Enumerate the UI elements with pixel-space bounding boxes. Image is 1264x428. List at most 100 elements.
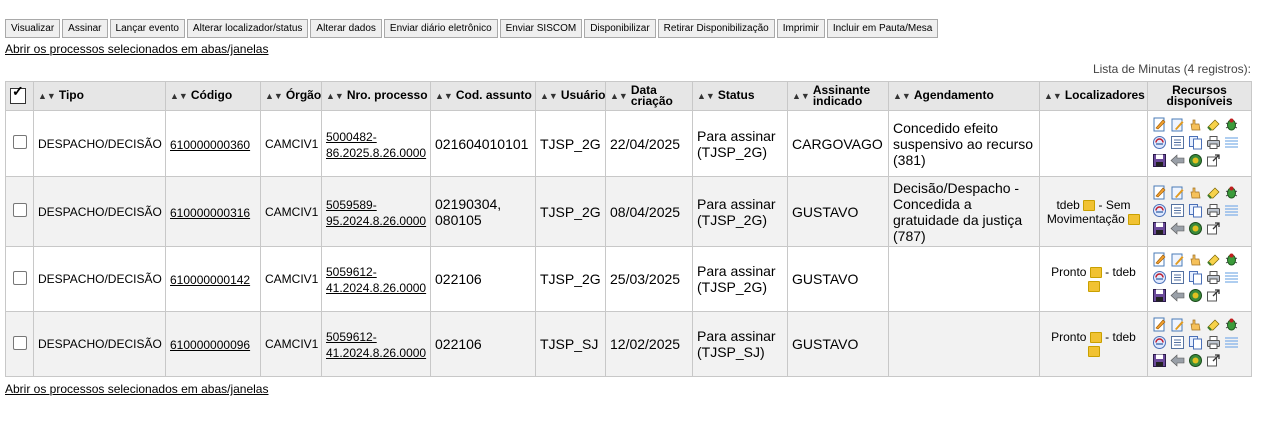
col-codigo[interactable]: ▲▼ Código bbox=[165, 81, 261, 111]
list-form-icon[interactable] bbox=[1170, 203, 1185, 218]
save-disk-icon[interactable] bbox=[1152, 353, 1167, 368]
disponibilizar-button[interactable]: Disponibilizar bbox=[584, 19, 656, 38]
col-cod-assunto[interactable]: ▲▼ Cod. assunto bbox=[430, 81, 536, 111]
row-checkbox[interactable] bbox=[12, 335, 27, 350]
col-usuario[interactable]: ▲▼ Usuário bbox=[535, 81, 606, 111]
bug-icon[interactable] bbox=[1224, 252, 1239, 267]
globe-icon[interactable] bbox=[1188, 353, 1203, 368]
arrow-left-icon[interactable] bbox=[1170, 288, 1185, 303]
col-data-criacao[interactable]: ▲▼ Data criação bbox=[605, 81, 693, 111]
list-form-icon[interactable] bbox=[1170, 135, 1185, 150]
note-icon[interactable] bbox=[1089, 332, 1102, 344]
incluir-pauta-button[interactable]: Incluir em Pauta/Mesa bbox=[826, 19, 939, 38]
select-all-checkbox[interactable] bbox=[10, 86, 26, 104]
bug-icon[interactable] bbox=[1224, 185, 1239, 200]
col-agendamento[interactable]: ▲▼ Agendamento bbox=[888, 81, 1040, 111]
eraser-icon[interactable] bbox=[1206, 185, 1221, 200]
edit-document-icon[interactable] bbox=[1152, 185, 1167, 200]
retirar-disponibilizacao-button[interactable]: Retirar Disponibilização bbox=[657, 19, 775, 38]
note-icon[interactable] bbox=[1087, 346, 1100, 358]
compare-icon[interactable] bbox=[1152, 203, 1167, 218]
select-all-cell[interactable] bbox=[5, 81, 34, 111]
lines-icon[interactable] bbox=[1224, 335, 1239, 350]
imprimir-button[interactable]: Imprimir bbox=[776, 19, 825, 38]
enviar-diario-button[interactable]: Enviar diário eletrônico bbox=[383, 19, 498, 38]
note-icon[interactable] bbox=[1083, 199, 1096, 211]
alterar-dados-button[interactable]: Alterar dados bbox=[310, 19, 382, 38]
lines-icon[interactable] bbox=[1224, 270, 1239, 285]
edit-document-icon[interactable] bbox=[1152, 117, 1167, 132]
row-select-cell[interactable] bbox=[5, 176, 34, 247]
globe-icon[interactable] bbox=[1188, 153, 1203, 168]
note-icon[interactable] bbox=[1087, 281, 1100, 293]
col-nro-processo[interactable]: ▲▼ Nro. processo bbox=[321, 81, 431, 111]
bug-icon[interactable] bbox=[1224, 317, 1239, 332]
row-checkbox[interactable] bbox=[12, 203, 27, 217]
hand-pointer-icon[interactable] bbox=[1188, 117, 1203, 132]
row-checkbox[interactable] bbox=[12, 135, 27, 149]
enviar-siscom-button[interactable]: Enviar SISCOM bbox=[499, 19, 583, 38]
list-form-icon[interactable] bbox=[1170, 270, 1185, 285]
arrow-left-icon[interactable] bbox=[1170, 353, 1185, 368]
printer-icon[interactable] bbox=[1206, 203, 1221, 218]
hand-pointer-icon[interactable] bbox=[1188, 317, 1203, 332]
processo-link[interactable]: 5059612- 41.2024.8.26.0000 bbox=[326, 330, 426, 360]
hand-pointer-icon[interactable] bbox=[1188, 252, 1203, 267]
copy-icon[interactable] bbox=[1188, 135, 1203, 150]
edit-document-icon[interactable] bbox=[1152, 317, 1167, 332]
save-disk-icon[interactable] bbox=[1152, 153, 1167, 168]
lancar-evento-button[interactable]: Lançar evento bbox=[109, 19, 185, 38]
processo-link[interactable]: 5000482- 86.2025.8.26.0000 bbox=[326, 130, 426, 160]
note-icon[interactable] bbox=[1089, 267, 1102, 279]
export-icon[interactable] bbox=[1206, 288, 1221, 303]
edit-pencil-icon[interactable] bbox=[1170, 317, 1185, 332]
col-localizadores[interactable]: ▲▼ Localizadores bbox=[1039, 81, 1148, 111]
codigo-link[interactable]: 610000000142 bbox=[170, 273, 250, 287]
hand-pointer-icon[interactable] bbox=[1188, 185, 1203, 200]
open-selected-link-top[interactable]: Abrir os processos selecionados em abas/… bbox=[5, 42, 268, 56]
row-select-cell[interactable] bbox=[5, 246, 34, 312]
col-status[interactable]: ▲▼ Status bbox=[692, 81, 788, 111]
export-icon[interactable] bbox=[1206, 153, 1221, 168]
visualizar-button[interactable]: Visualizar bbox=[5, 19, 61, 38]
globe-icon[interactable] bbox=[1188, 288, 1203, 303]
codigo-link[interactable]: 610000000360 bbox=[170, 138, 250, 152]
save-disk-icon[interactable] bbox=[1152, 221, 1167, 236]
arrow-left-icon[interactable] bbox=[1170, 221, 1185, 236]
printer-icon[interactable] bbox=[1206, 135, 1221, 150]
alterar-localizador-status-button[interactable]: Alterar localizador/status bbox=[186, 19, 309, 38]
col-orgao[interactable]: ▲▼ Órgão bbox=[260, 81, 322, 111]
processo-link[interactable]: 5059612- 41.2024.8.26.0000 bbox=[326, 265, 426, 295]
eraser-icon[interactable] bbox=[1206, 117, 1221, 132]
processo-link[interactable]: 5059589- 95.2024.8.26.0000 bbox=[326, 198, 426, 228]
bug-icon[interactable] bbox=[1224, 117, 1239, 132]
export-icon[interactable] bbox=[1206, 353, 1221, 368]
row-checkbox[interactable] bbox=[12, 270, 27, 285]
assinar-button[interactable]: Assinar bbox=[62, 19, 108, 38]
globe-icon[interactable] bbox=[1188, 221, 1203, 236]
copy-icon[interactable] bbox=[1188, 270, 1203, 285]
save-disk-icon[interactable] bbox=[1152, 288, 1167, 303]
edit-pencil-icon[interactable] bbox=[1170, 252, 1185, 267]
compare-icon[interactable] bbox=[1152, 135, 1167, 150]
copy-icon[interactable] bbox=[1188, 203, 1203, 218]
copy-icon[interactable] bbox=[1188, 335, 1203, 350]
open-selected-link-bottom[interactable]: Abrir os processos selecionados em abas/… bbox=[5, 382, 268, 396]
arrow-left-icon[interactable] bbox=[1170, 153, 1185, 168]
note-icon[interactable] bbox=[1128, 213, 1141, 225]
list-form-icon[interactable] bbox=[1170, 335, 1185, 350]
edit-pencil-icon[interactable] bbox=[1170, 185, 1185, 200]
lines-icon[interactable] bbox=[1224, 135, 1239, 150]
printer-icon[interactable] bbox=[1206, 335, 1221, 350]
edit-document-icon[interactable] bbox=[1152, 252, 1167, 267]
edit-pencil-icon[interactable] bbox=[1170, 117, 1185, 132]
col-assinante[interactable]: ▲▼ Assinante indicado bbox=[787, 81, 889, 111]
codigo-link[interactable]: 610000000316 bbox=[170, 206, 250, 220]
lines-icon[interactable] bbox=[1224, 203, 1239, 218]
printer-icon[interactable] bbox=[1206, 270, 1221, 285]
row-select-cell[interactable] bbox=[5, 110, 34, 177]
col-tipo[interactable]: ▲▼ Tipo bbox=[33, 81, 166, 111]
eraser-icon[interactable] bbox=[1206, 252, 1221, 267]
compare-icon[interactable] bbox=[1152, 335, 1167, 350]
compare-icon[interactable] bbox=[1152, 270, 1167, 285]
